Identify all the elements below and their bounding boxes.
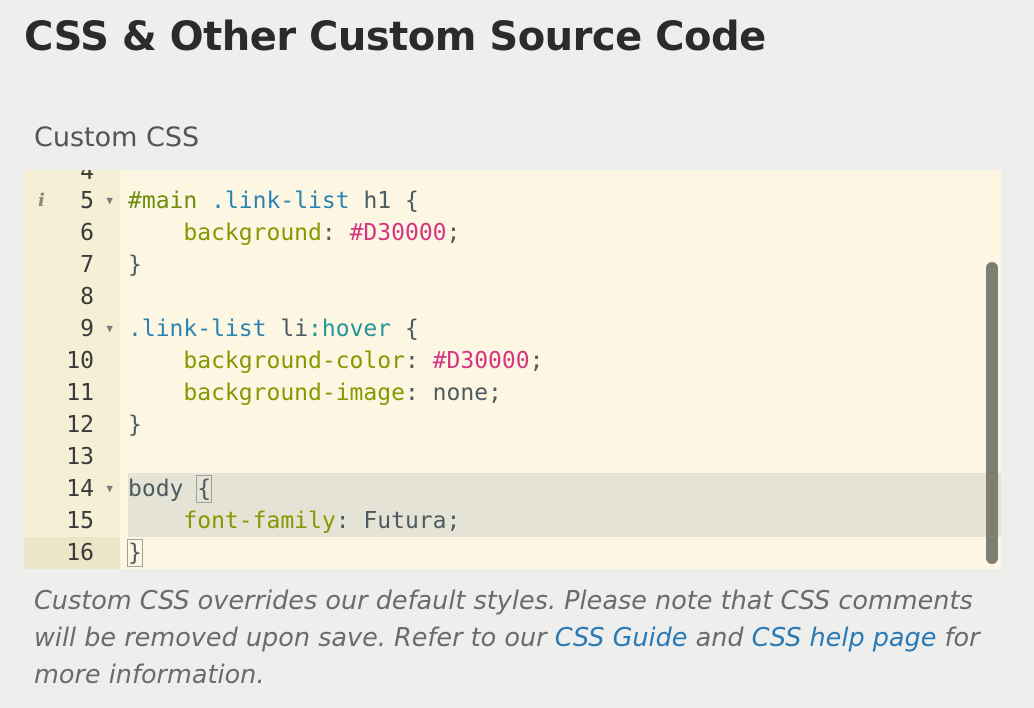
line-number-gutter: 4 i 5 ▼ 6 7 8 9 ▼ 10 11 12 13 14 ▼ 15 16 [24, 170, 120, 569]
code-line[interactable]: background-image: none; [128, 377, 1001, 409]
line-number: 6 [80, 220, 94, 246]
tag-selector-token: li [280, 316, 309, 342]
id-selector-token: #main [128, 188, 198, 214]
code-line[interactable]: background: #D30000; [128, 217, 1001, 249]
css-help-page-link[interactable]: CSS help page [752, 623, 937, 653]
code-text-area[interactable]: #main .link-list h1 { background: #D3000… [120, 170, 1001, 569]
line-number: 12 [66, 412, 94, 438]
gutter-row: 15 [24, 505, 120, 537]
help-text: Custom CSS overrides our default styles.… [34, 583, 1004, 694]
line-number: 11 [66, 380, 94, 406]
property-token: background [183, 220, 322, 246]
brace-token: { [405, 188, 419, 214]
tag-selector-token: h1 [363, 188, 392, 214]
class-selector-token: .link-list [128, 316, 267, 342]
code-line-highlighted[interactable]: body { [128, 473, 1001, 505]
line-number: 9 [80, 316, 94, 342]
code-line-highlighted[interactable]: font-family: Futura; [128, 505, 1001, 537]
gutter-row: 9 ▼ [24, 313, 120, 345]
class-selector-token: .link-list [211, 188, 350, 214]
gutter-row: 10 [24, 345, 120, 377]
value-token: Futura [363, 508, 447, 534]
brace-token: } [128, 412, 142, 438]
matched-brace-token: } [127, 539, 143, 567]
help-text-part: and [687, 623, 752, 653]
custom-css-label: Custom CSS [34, 122, 200, 153]
line-number: 7 [80, 252, 94, 278]
code-line[interactable]: } [128, 409, 1001, 441]
code-line-active[interactable]: } [127, 537, 1001, 569]
line-number: 8 [80, 284, 94, 310]
line-number: 16 [66, 540, 94, 566]
pseudo-selector-token: :hover [308, 316, 392, 342]
gutter-row-active: 16 [24, 537, 120, 569]
code-line[interactable]: #main .link-list h1 { [128, 185, 1001, 217]
gutter-row: 7 [24, 249, 120, 281]
code-line[interactable]: .link-list li:hover { [128, 313, 1001, 345]
brace-token: { [405, 316, 419, 342]
line-number: 15 [66, 508, 94, 534]
gutter-row: 11 [24, 377, 120, 409]
property-token: font-family [183, 508, 336, 534]
gutter-row: 12 [24, 409, 120, 441]
gutter-row: 6 [24, 217, 120, 249]
gutter-row: 8 [24, 281, 120, 313]
gutter-row: 14 ▼ [24, 473, 120, 505]
fold-arrow-icon[interactable]: ▼ [106, 313, 113, 345]
line-number: 10 [66, 348, 94, 374]
line-number: 5 [80, 188, 94, 214]
info-icon[interactable]: i [38, 185, 45, 217]
matched-brace-token: { [196, 475, 213, 503]
css-code-editor[interactable]: 4 i 5 ▼ 6 7 8 9 ▼ 10 11 12 13 14 ▼ 15 16… [24, 170, 1001, 569]
gutter-row: 13 [24, 441, 120, 473]
code-line[interactable] [128, 281, 1001, 313]
property-token: background-image [183, 380, 405, 406]
color-value-token: #D30000 [349, 220, 447, 246]
property-token: background-color [183, 348, 405, 374]
value-token: none [432, 380, 489, 406]
fold-arrow-icon[interactable]: ▼ [106, 473, 113, 505]
line-number: 14 [66, 476, 94, 502]
page-title: CSS & Other Custom Source Code [24, 14, 766, 60]
fold-arrow-icon[interactable]: ▼ [106, 185, 113, 217]
tag-selector-token: body [128, 476, 184, 502]
line-number: 13 [66, 444, 94, 470]
brace-token: } [128, 252, 142, 278]
code-line[interactable]: background-color: #D30000; [128, 345, 1001, 377]
code-line[interactable] [128, 441, 1001, 473]
color-value-token: #D30000 [432, 348, 530, 374]
css-guide-link[interactable]: CSS Guide [555, 623, 688, 653]
editor-scrollbar[interactable] [986, 262, 998, 564]
gutter-row: i 5 ▼ [24, 185, 120, 217]
code-line[interactable]: } [128, 249, 1001, 281]
